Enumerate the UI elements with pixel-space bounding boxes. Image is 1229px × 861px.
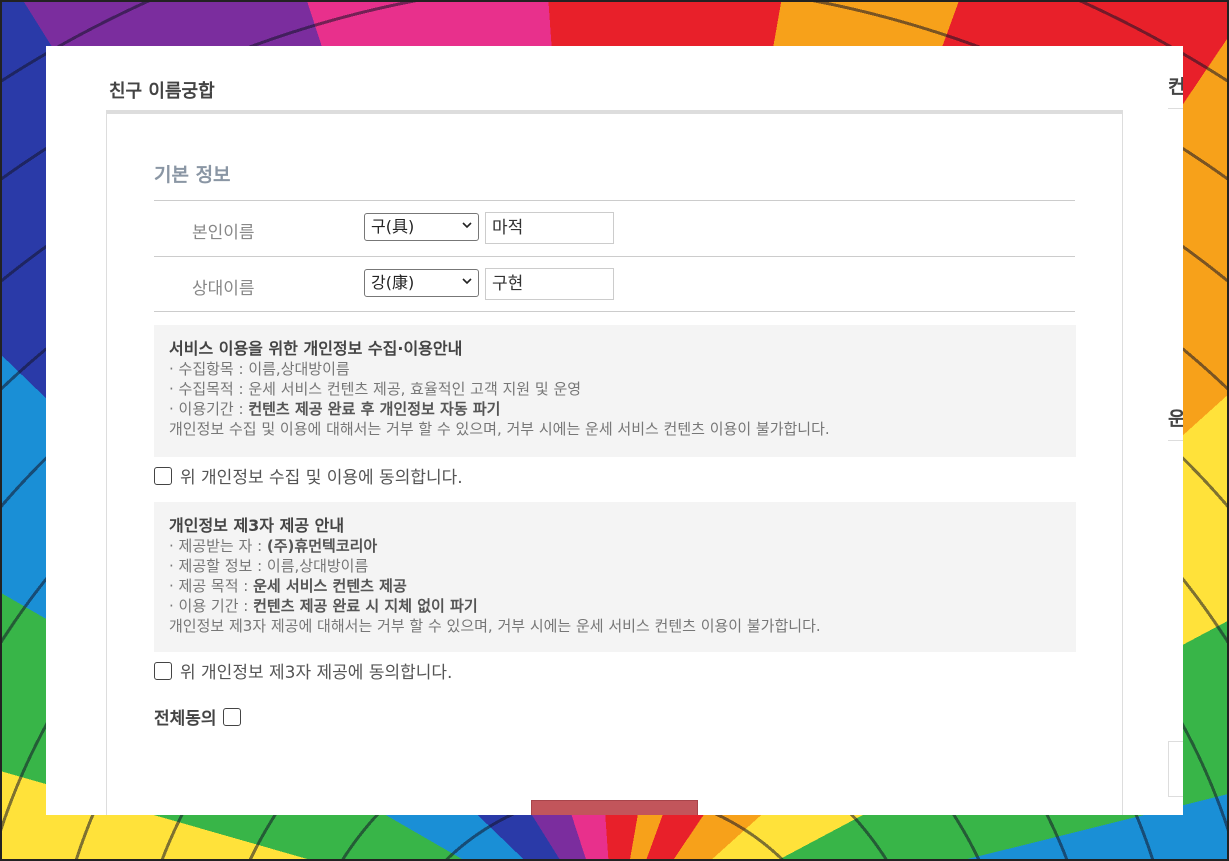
form-panel: 기본 정보 본인이름 구(具) 마적 상대이름 강(康) 구현 서비스 이용을 … <box>106 110 1123 815</box>
privacy-collect-checkbox[interactable] <box>154 466 172 485</box>
submit-button[interactable] <box>531 800 698 815</box>
privacy-third-title: 개인정보 제3자 제공 안내 <box>169 516 345 535</box>
my-name-row: 본인이름 구(具) 마적 <box>154 200 1075 256</box>
privacy-third-notice: 개인정보 제3자 제공 안내 · 제공받는 자 : (주)휴먼텍코리아 · 제공… <box>154 502 1076 652</box>
my-surname-value: 구(具) <box>371 217 415 236</box>
privacy-third-checkbox[interactable] <box>154 661 172 680</box>
my-name-input[interactable]: 마적 <box>485 212 614 244</box>
privacy-collect-agree[interactable]: 위 개인정보 수집 및 이용에 동의합니다. <box>154 463 463 488</box>
modal-window: 친구 이름궁합 컨 운 기본 정보 본인이름 구(具) 마적 상대이름 강(康)… <box>46 46 1183 815</box>
third-recipient-line: · 제공받는 자 : (주)휴먼텍코리아 <box>169 537 378 555</box>
my-surname-select[interactable]: 구(具) <box>364 213 479 241</box>
third-purpose-line: · 제공 목적 : 운세 서비스 컨텐츠 제공 <box>169 577 407 595</box>
side-box <box>1168 741 1183 797</box>
side-panel-heading: 컨 <box>1168 76 1183 98</box>
collect-period-line: · 이용기간 : 컨텐츠 제공 완료 후 개인정보 자동 파기 <box>169 400 501 418</box>
page-title: 친구 이름궁합 <box>109 81 215 102</box>
all-agree[interactable]: 전체동의 <box>154 704 241 729</box>
side-panel-heading-2: 운 <box>1168 408 1183 430</box>
privacy-third-agree-label: 위 개인정보 제3자 제공에 동의합니다. <box>180 663 453 683</box>
privacy-collect-agree-label: 위 개인정보 수집 및 이용에 동의합니다. <box>180 468 463 488</box>
third-info-line: · 제공할 정보 : 이름,상대방이름 <box>169 557 369 575</box>
partner-name-input[interactable]: 구현 <box>485 268 614 300</box>
side-divider-2 <box>1168 440 1183 441</box>
chevron-down-icon <box>462 278 472 285</box>
privacy-collect-title: 서비스 이용을 위한 개인정보 수집·이용안내 <box>169 339 463 358</box>
collect-purpose-line: · 수집목적 : 운세 서비스 컨텐츠 제공, 효율적인 고객 지원 및 운영 <box>169 380 582 398</box>
side-divider <box>1168 108 1183 109</box>
basic-info-title: 기본 정보 <box>154 164 231 186</box>
partner-surname-value: 강(康) <box>371 273 415 292</box>
collect-items-line: · 수집항목 : 이름,상대방이름 <box>169 360 350 378</box>
my-name-label: 본인이름 <box>192 223 255 243</box>
all-agree-checkbox[interactable] <box>222 707 241 726</box>
partner-name-row: 상대이름 강(康) 구현 <box>154 256 1075 312</box>
chevron-down-icon <box>462 222 472 229</box>
all-agree-label: 전체동의 <box>154 709 217 729</box>
third-period-line: · 이용 기간 : 컨텐츠 제공 완료 시 지체 없이 파기 <box>169 597 478 615</box>
partner-name-label: 상대이름 <box>192 279 255 299</box>
partner-surname-select[interactable]: 강(康) <box>364 269 479 297</box>
privacy-third-agree[interactable]: 위 개인정보 제3자 제공에 동의합니다. <box>154 658 452 683</box>
third-refusal-note: 개인정보 제3자 제공에 대해서는 거부 할 수 있으며, 거부 시에는 운세 … <box>169 617 821 635</box>
collect-refusal-note: 개인정보 수집 및 이용에 대해서는 거부 할 수 있으며, 거부 시에는 운세… <box>169 420 830 438</box>
privacy-collect-notice: 서비스 이용을 위한 개인정보 수집·이용안내 · 수집항목 : 이름,상대방이… <box>154 325 1076 457</box>
